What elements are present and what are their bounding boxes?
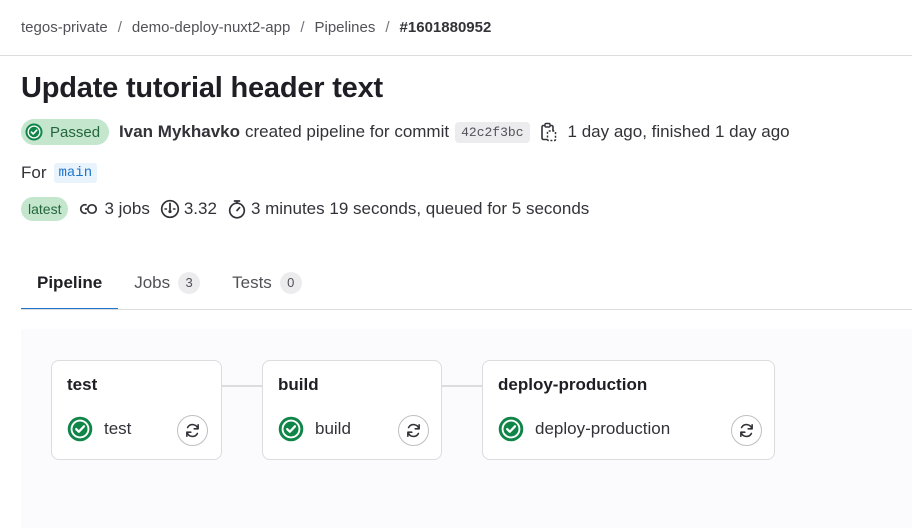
branch-link[interactable]: main [53, 163, 98, 183]
stage-column-deploy-production: deploy-production deploy-production [482, 360, 775, 460]
author-link[interactable]: Ivan Mykhavko [119, 122, 240, 142]
tab-jobs[interactable]: Jobs 3 [118, 256, 216, 309]
tabs-divider [21, 309, 912, 310]
pipeline-graph: test test build build deploy-production … [21, 329, 912, 528]
compute-minutes: 3.32 [160, 199, 217, 219]
timer-icon [228, 200, 246, 219]
check-circle-icon [25, 123, 43, 141]
breadcrumb-item-project[interactable]: demo-deploy-nuxt2-app [132, 19, 290, 36]
job-name: deploy-production [535, 419, 671, 438]
breadcrumb: tegos-private / demo-deploy-nuxt2-app / … [21, 17, 491, 37]
pipeline-tabs: Pipeline Jobs 3 Tests 0 [21, 256, 318, 310]
copy-commit-button[interactable] [539, 121, 559, 143]
pipeline-stats: latest 3 jobs 3.32 3 minutes 19 seconds,… [21, 196, 589, 222]
job-name: build [315, 419, 351, 438]
breadcrumb-item-pipelines[interactable]: Pipelines [315, 19, 376, 36]
stage-connector [442, 385, 482, 387]
retry-icon [407, 423, 420, 438]
tab-tests[interactable]: Tests 0 [216, 256, 318, 309]
tab-label: Jobs [134, 272, 171, 292]
pipeline-duration: 3 minutes 19 seconds, queued for 5 secon… [227, 199, 589, 219]
retry-icon [740, 423, 753, 438]
check-circle-icon [278, 416, 304, 442]
breadcrumb-item-group[interactable]: tegos-private [21, 19, 108, 36]
page-title: Update tutorial header text [21, 72, 383, 104]
job-name: test [104, 419, 132, 438]
latest-badge: latest [21, 197, 69, 221]
tab-label: Pipeline [37, 272, 103, 292]
tab-count-badge: 0 [279, 271, 302, 294]
job-item-build[interactable]: build [278, 416, 351, 442]
tab-label: Tests [232, 272, 272, 292]
stage-column-build: build build [262, 360, 442, 460]
breadcrumb-separator: / [117, 18, 122, 36]
tab-pipeline[interactable]: Pipeline [21, 256, 119, 310]
stage-name: deploy-production [498, 375, 648, 394]
action-text: created pipeline for commit [245, 122, 450, 141]
pipeline-meta: Passed Ivan Mykhavko created pipeline fo… [21, 119, 790, 145]
stage-name: build [278, 375, 319, 394]
pipeline-icon [80, 203, 98, 215]
stage-column-test: test test [51, 360, 222, 460]
copy-to-clipboard-icon [540, 122, 556, 142]
breadcrumb-separator: / [385, 18, 390, 36]
job-item-deploy-production[interactable]: deploy-production [498, 416, 670, 442]
compute-minutes-text: 3.32 [183, 199, 217, 218]
job-item-test[interactable]: test [67, 416, 131, 442]
check-circle-icon [67, 416, 93, 442]
pipeline-time: 1 day ago, finished 1 day ago [567, 122, 790, 141]
retry-button[interactable] [177, 415, 208, 446]
compute-minutes-icon [160, 199, 179, 219]
breadcrumb-separator: / [300, 18, 305, 36]
check-circle-icon [498, 416, 524, 442]
retry-button[interactable] [731, 415, 762, 446]
stage-name: test [67, 375, 98, 394]
retry-button[interactable] [398, 415, 429, 446]
for-label: For [21, 163, 47, 182]
jobs-count-text: 3 jobs [104, 199, 150, 218]
header-divider [0, 55, 912, 56]
retry-icon [186, 423, 199, 438]
pipeline-ref: For main [21, 161, 98, 185]
duration-text: 3 minutes 19 seconds, queued for 5 secon… [250, 199, 590, 218]
status-label: Passed [50, 123, 101, 141]
tab-count-badge: 3 [178, 271, 201, 294]
stage-connector [222, 385, 262, 387]
commit-sha-link[interactable]: 42c2f3bc [455, 121, 530, 143]
status-badge[interactable]: Passed [21, 119, 110, 145]
jobs-count: 3 jobs [78, 199, 150, 219]
breadcrumb-item-current[interactable]: #1601880952 [400, 19, 492, 36]
